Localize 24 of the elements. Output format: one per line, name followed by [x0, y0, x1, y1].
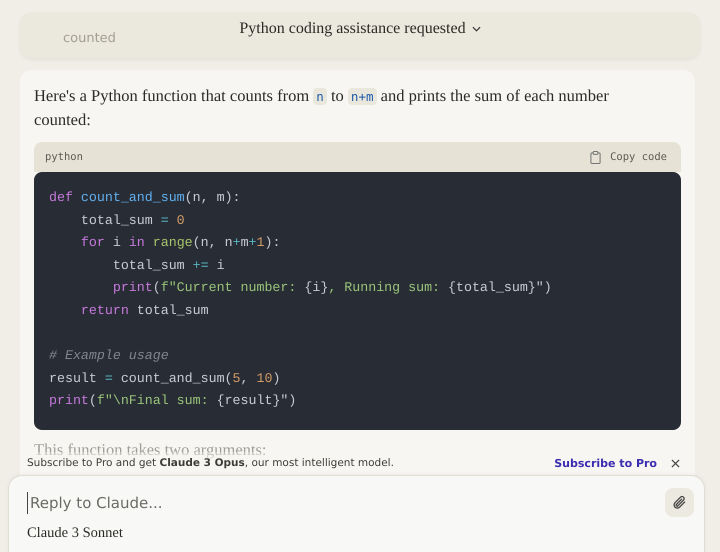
model-selector[interactable]: Claude 3 Sonnet	[27, 525, 123, 542]
message-text: This function takes two arguments:	[34, 440, 268, 459]
paperclip-icon	[672, 495, 687, 510]
copy-button[interactable]: Copy code	[590, 150, 667, 164]
conversation-title[interactable]: Python coding assistance requested	[235, 18, 485, 40]
code-line: for i in range(n, n+m+1):	[80, 234, 282, 252]
code-line: print(f"Current number: {i}, Running sum: {total_sum}")	[112, 279, 553, 298]
attach-button[interactable]	[665, 488, 694, 517]
code-line: return total_sum	[80, 302, 210, 320]
code-line: def count_and_sum(n, m):	[49, 189, 242, 207]
code-line: # Example usage	[49, 347, 170, 366]
message-text: Here's a Python function that counts from n to n+m and prints the sum of each number counted:	[34, 85, 610, 131]
code-line: total_sum += i	[112, 256, 226, 275]
code-line: result = count_and_sum(5, 10)	[49, 370, 282, 388]
language-label: python	[45, 151, 83, 163]
code-line: total_sum = 0	[80, 212, 186, 230]
chevron-down-icon	[472, 26, 481, 32]
faded-text: counted	[63, 31, 116, 46]
close-icon[interactable]	[671, 458, 680, 468]
subscribe-link[interactable]: Subscribe to Pro	[554, 456, 657, 470]
clipboard-icon	[590, 150, 602, 164]
promo-text: Subscribe to Pro and get Claude 3 Opus, our most intelligent model.	[27, 457, 394, 469]
code-line: print(f"\nFinal sum: {result}")	[49, 392, 298, 410]
reply-input[interactable]: Reply to Claude...	[27, 492, 330, 514]
